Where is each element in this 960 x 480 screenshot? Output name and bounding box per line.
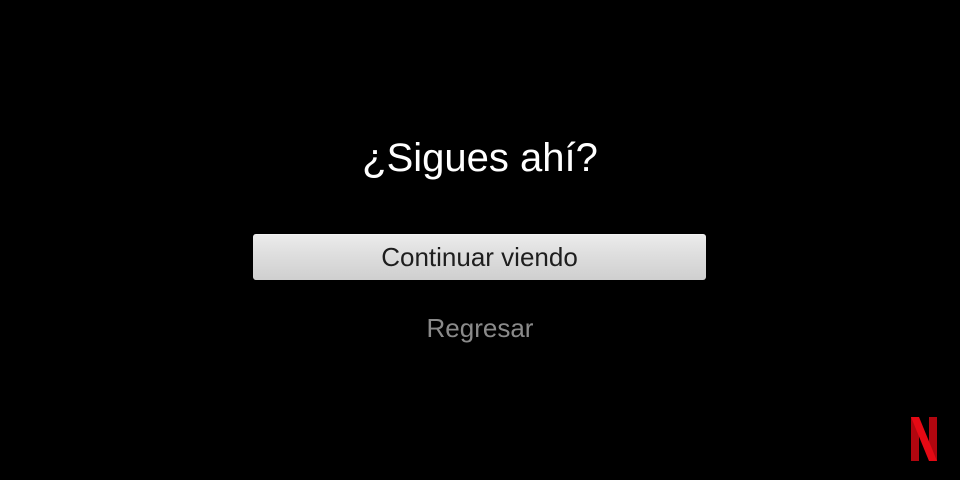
- netflix-logo-icon: [911, 417, 937, 461]
- still-watching-screen: ¿Sigues ahí? Continuar viendo Regresar: [0, 0, 960, 480]
- continue-watching-button[interactable]: Continuar viendo: [253, 234, 706, 280]
- back-button[interactable]: Regresar: [380, 309, 580, 347]
- still-watching-prompt: ¿Sigues ahí?: [362, 136, 598, 180]
